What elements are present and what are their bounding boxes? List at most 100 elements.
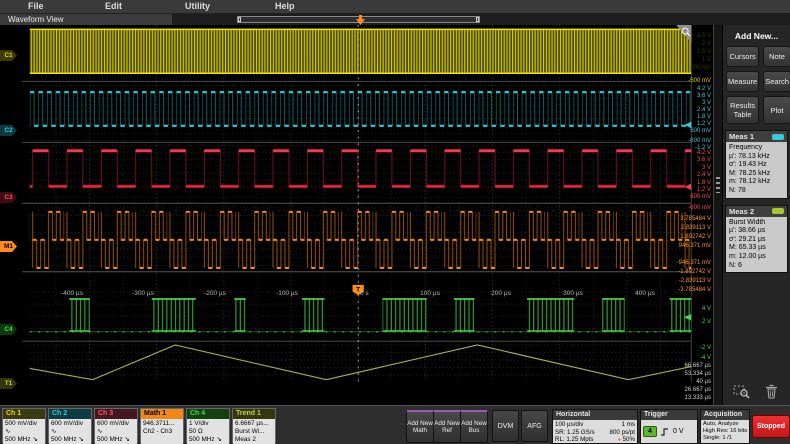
meas2-stat: µ': 38.66 µs [729, 227, 766, 235]
ch3-badge[interactable]: Ch 3 600 mV/div ∿ 500 MHz ↘ [94, 408, 138, 444]
ch2-scale-label: 1.2 V [696, 121, 711, 127]
math1-scale: 946.3711... [143, 420, 175, 427]
ch4-badge-label: Ch 4 [187, 409, 229, 419]
ch3-waveform [29, 146, 692, 191]
ch1-scale-label: 1.5 V [696, 49, 711, 55]
menu-utility[interactable]: Utility [185, 1, 210, 11]
trend1-meas: Meas 2 [235, 435, 256, 443]
measure-button[interactable]: Measure [726, 71, 760, 92]
ch4-badge[interactable]: Ch 4 1 V/div 50 Ω 500 MHz ↘ [186, 408, 230, 444]
cursors-button[interactable]: Cursors [726, 46, 760, 67]
meas2-body: Burst Width µ': 38.66 µs σ': 29.21 µs M:… [726, 216, 787, 273]
menu-bar: File Edit Utility Help [0, 0, 790, 14]
add-new-math-button[interactable]: Add New Math [406, 410, 434, 443]
horizontal-scale: 100 µs/div [555, 421, 584, 428]
ch3-scale-label: 1.8 V [696, 180, 711, 186]
overview-right-bracket [476, 17, 479, 22]
ch3-scale-label: 2.4 V [696, 172, 711, 178]
meas1-panel[interactable]: Meas 1 Frequency µ': 78.13 kHz σ': 19.43… [725, 130, 788, 199]
ch4-scale-label: -2 V [699, 345, 711, 351]
ch2-badge[interactable]: Ch 2 600 mV/div ∿ 500 MHz ↘ [48, 408, 92, 444]
ch2-scale-label: 2.4 V [696, 107, 711, 113]
meas2-panel[interactable]: Meas 2 Burst Width µ': 38.66 µs σ': 29.2… [725, 204, 788, 274]
meas2-stat: M: 65.33 µs [729, 244, 766, 252]
meas2-stat: σ': 29.21 µs [729, 235, 766, 243]
search-button[interactable]: Search [763, 71, 790, 92]
trend1-badge[interactable]: Trend 1 6.6667 µs... Burst Wi... Meas 2 [232, 408, 276, 444]
ch2-waveform [29, 90, 692, 128]
run-stop-button[interactable]: Stopped [752, 415, 790, 438]
meas2-header: Meas 2 [726, 205, 787, 217]
ch1-badge[interactable]: Ch 1 500 mV/div ∿ 500 MHz ↘ [2, 408, 46, 444]
x-axis-label: 100 µs [420, 290, 440, 297]
add-new-title: Add New... [734, 31, 779, 41]
zoom-select-icon[interactable] [733, 384, 751, 399]
ch3-scale-label: 1.2 V [696, 187, 711, 193]
bandwidth-icon: ↘ [78, 435, 84, 443]
meas1-stat: µ': 78.13 kHz [729, 152, 770, 160]
acquisition-mode: Auto, Analyze [703, 421, 739, 427]
x-axis-label: -300 µs [132, 290, 154, 297]
plot-button[interactable]: Plot [763, 96, 790, 124]
math1-badge[interactable]: Math 1 946.3711... Ch2 - Ch3 [140, 408, 184, 444]
trend-scale-label: 13.333 µs [684, 395, 711, 401]
trash-icon[interactable] [765, 384, 778, 399]
math1-badge-label: Math 1 [141, 409, 183, 419]
meas2-stat: N: 6 [729, 261, 742, 269]
ch1-scale-label: 500 mV [690, 65, 711, 71]
math-scale-label: 2.839113 V [680, 225, 711, 231]
ch2-scale-label: 600 mV [690, 128, 711, 134]
ch1-scale: 500 mV/div [5, 420, 37, 427]
menu-help[interactable]: Help [275, 1, 295, 11]
math1-expression: Ch2 - Ch3 [143, 427, 173, 435]
horizontal-panel[interactable]: Horizontal 100 µs/div 1 ms SR: 1.25 GS/s 8… [552, 409, 638, 444]
results-table-button[interactable]: Results Table [726, 96, 760, 124]
note-button[interactable]: Note [763, 46, 790, 67]
trigger-panel[interactable]: Trigger 4 0 V [640, 409, 698, 444]
x-axis-label: 200 µs [491, 290, 511, 297]
ch3-scale-label: -600 mV [688, 205, 711, 211]
add-new-ref-button[interactable]: Add New Ref [433, 410, 461, 443]
trigger-source-badge: 4 [643, 426, 657, 437]
bandwidth-icon: ↘ [32, 435, 38, 443]
x-axis-label: -400 µs [61, 290, 83, 297]
tab-bar: Waveform View [0, 14, 790, 25]
tab-waveform-view[interactable]: Waveform View [0, 14, 172, 25]
trigger-position-marker[interactable] [356, 15, 365, 25]
ch4-bandwidth: 500 MHz [189, 435, 215, 443]
menu-edit[interactable]: Edit [105, 1, 122, 11]
horizontal-title: Horizontal [553, 410, 637, 420]
ch3-scale-label: 3.6 V [696, 157, 711, 163]
meas1-body: Frequency µ': 78.13 kHz σ': 19.43 Hz M: … [726, 142, 787, 198]
trend1-source: Burst Wi... [235, 427, 265, 435]
waveform-display[interactable]: T [0, 25, 722, 405]
trend-scale-label: 53.334 µs [684, 371, 711, 377]
math-scale-label: -946.371 mV [676, 260, 711, 266]
ch2-scale-label: 4.2 V [696, 86, 711, 92]
ch3-scale-label: 4.2 V [696, 150, 711, 156]
horizontal-overview-bar[interactable] [237, 15, 480, 25]
acquisition-panel[interactable]: Acquisition Auto, Analyze High Res: 16 b… [700, 409, 750, 444]
meas1-source-badge [772, 133, 784, 140]
math-waveform [29, 210, 692, 269]
x-axis-label: 400 µs [635, 290, 655, 297]
ch4-scale-label: 2 V [701, 319, 711, 325]
afg-button[interactable]: AFG [521, 410, 548, 442]
ch1-waveform [29, 28, 692, 74]
ch2-scale: 600 mV/div [51, 420, 83, 427]
horizontal-position-icon: ● [617, 437, 621, 444]
ch3-badge-label: Ch 3 [95, 409, 137, 419]
x-axis-label: 300 µs [563, 290, 583, 297]
meas1-stat: M: 78.25 kHz [729, 169, 771, 177]
meas2-source-badge [772, 208, 784, 215]
record-length: RL: 1.25 Mpts [555, 436, 594, 444]
ch3-scale-label: 600 mV [690, 194, 711, 200]
add-new-bus-button[interactable]: Add New Bus [460, 410, 488, 443]
ch4-scale-label: 4 V [701, 306, 711, 312]
horizontal-position: 50% [622, 436, 635, 444]
waveform-area: T C1 C2 C3 M1 C4 T1 2.5 V 2 V 1.5 V 1 V … [0, 25, 722, 405]
dvm-button[interactable]: DVM [492, 410, 519, 442]
panel-divider[interactable] [713, 25, 722, 405]
menu-file[interactable]: File [28, 1, 44, 11]
ch3-bandwidth: 500 MHz [97, 435, 123, 443]
